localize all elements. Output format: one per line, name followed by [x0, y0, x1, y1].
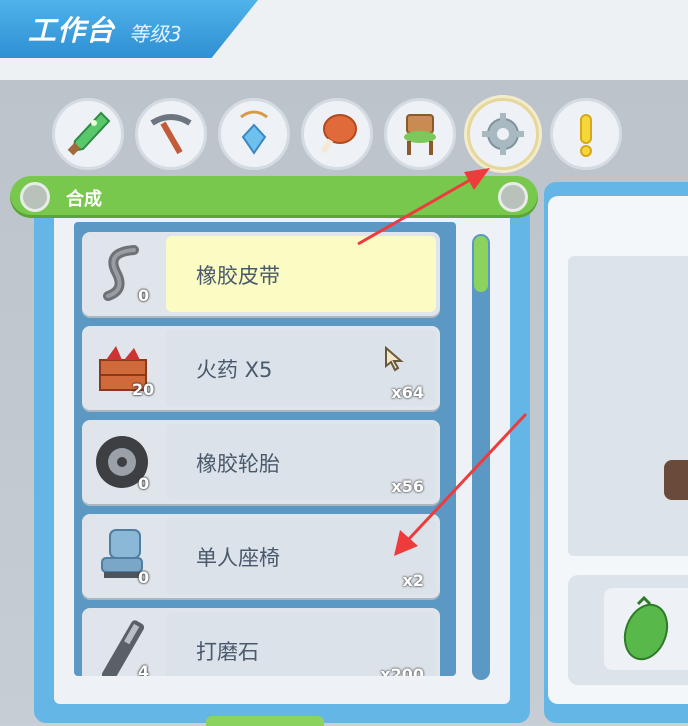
recipe-row[interactable]: 0 橡胶皮带: [82, 232, 440, 316]
owned-count: 0: [138, 286, 150, 305]
category-furniture-tab[interactable]: [384, 98, 456, 170]
recipe-name: 橡胶轮胎: [196, 452, 280, 476]
recipe-body: 橡胶轮胎 x56: [166, 424, 436, 500]
level-label: 等级3: [129, 21, 182, 46]
recipe-name: 单人座椅: [196, 546, 280, 570]
category-food-tab[interactable]: [301, 98, 373, 170]
recipe-body: 打磨石 x200: [166, 612, 436, 676]
synthesis-label: 合成: [66, 189, 102, 210]
owned-count: 0: [138, 474, 150, 493]
grindstone-icon: [86, 612, 162, 676]
meat-drumstick-icon: [320, 114, 357, 154]
recipe-list[interactable]: 0 橡胶皮带 20 火药 X5 x64 0 橡胶轮胎 x56 0 单人座椅 x2…: [74, 222, 456, 676]
chair-icon: [404, 114, 436, 155]
rubber-belt-icon: [86, 236, 162, 312]
craft-quantity: x200: [380, 665, 424, 676]
recipe-name: 打磨石: [196, 640, 259, 664]
recipe-body: 火药 X5 x64: [166, 330, 436, 406]
workbench-title: 工作台: [28, 14, 116, 47]
preview-model: [664, 460, 688, 500]
material-slot[interactable]: [604, 588, 688, 670]
category-accessory-tab[interactable]: [218, 98, 290, 170]
item-preview: [568, 256, 688, 556]
synthesis-header: 合成: [10, 176, 538, 218]
recipe-body: 橡胶皮带: [166, 236, 436, 312]
green-sword-icon: [67, 111, 111, 156]
gear-icon: [482, 113, 524, 155]
recipe-row[interactable]: 0 单人座椅 x2: [82, 514, 440, 598]
craft-quantity: x2: [402, 571, 424, 590]
category-tool-tab[interactable]: [135, 98, 207, 170]
owned-count: 0: [138, 568, 150, 587]
recipe-body: 单人座椅 x2: [166, 518, 436, 594]
scrollbar-thumb[interactable]: [474, 236, 488, 292]
recipe-name: 火药 X5: [196, 358, 273, 382]
recipe-name: 橡胶皮带: [196, 264, 280, 288]
green-leaf-material-icon: [623, 595, 669, 661]
owned-count: 4: [138, 662, 150, 676]
craft-quantity: x56: [391, 477, 424, 496]
tire-icon: [86, 424, 162, 500]
recipe-row[interactable]: 20 火药 X5 x64: [82, 326, 440, 410]
top-bar: 工作台 等级3: [0, 0, 688, 80]
recipe-row[interactable]: 4 打磨石 x200: [82, 608, 440, 676]
header-knob-left: [20, 182, 50, 212]
category-weapon-tab[interactable]: [52, 98, 124, 170]
recipe-row[interactable]: 0 橡胶轮胎 x56: [82, 420, 440, 504]
title-tab: 工作台 等级3: [0, 0, 258, 58]
craft-button[interactable]: [206, 716, 324, 726]
crystal-amulet-icon: [240, 110, 268, 155]
owned-count: 20: [132, 380, 155, 399]
category-material-tab[interactable]: [467, 98, 539, 170]
header-knob-right: [498, 182, 528, 212]
recipe-scrollbar[interactable]: [472, 234, 490, 680]
cursor-icon: [385, 345, 404, 372]
category-special-tab[interactable]: [550, 98, 622, 170]
seat-icon: [86, 518, 162, 594]
craft-quantity: x64: [391, 383, 424, 402]
exclamation-icon: [580, 114, 592, 157]
pickaxe-icon: [150, 114, 192, 155]
